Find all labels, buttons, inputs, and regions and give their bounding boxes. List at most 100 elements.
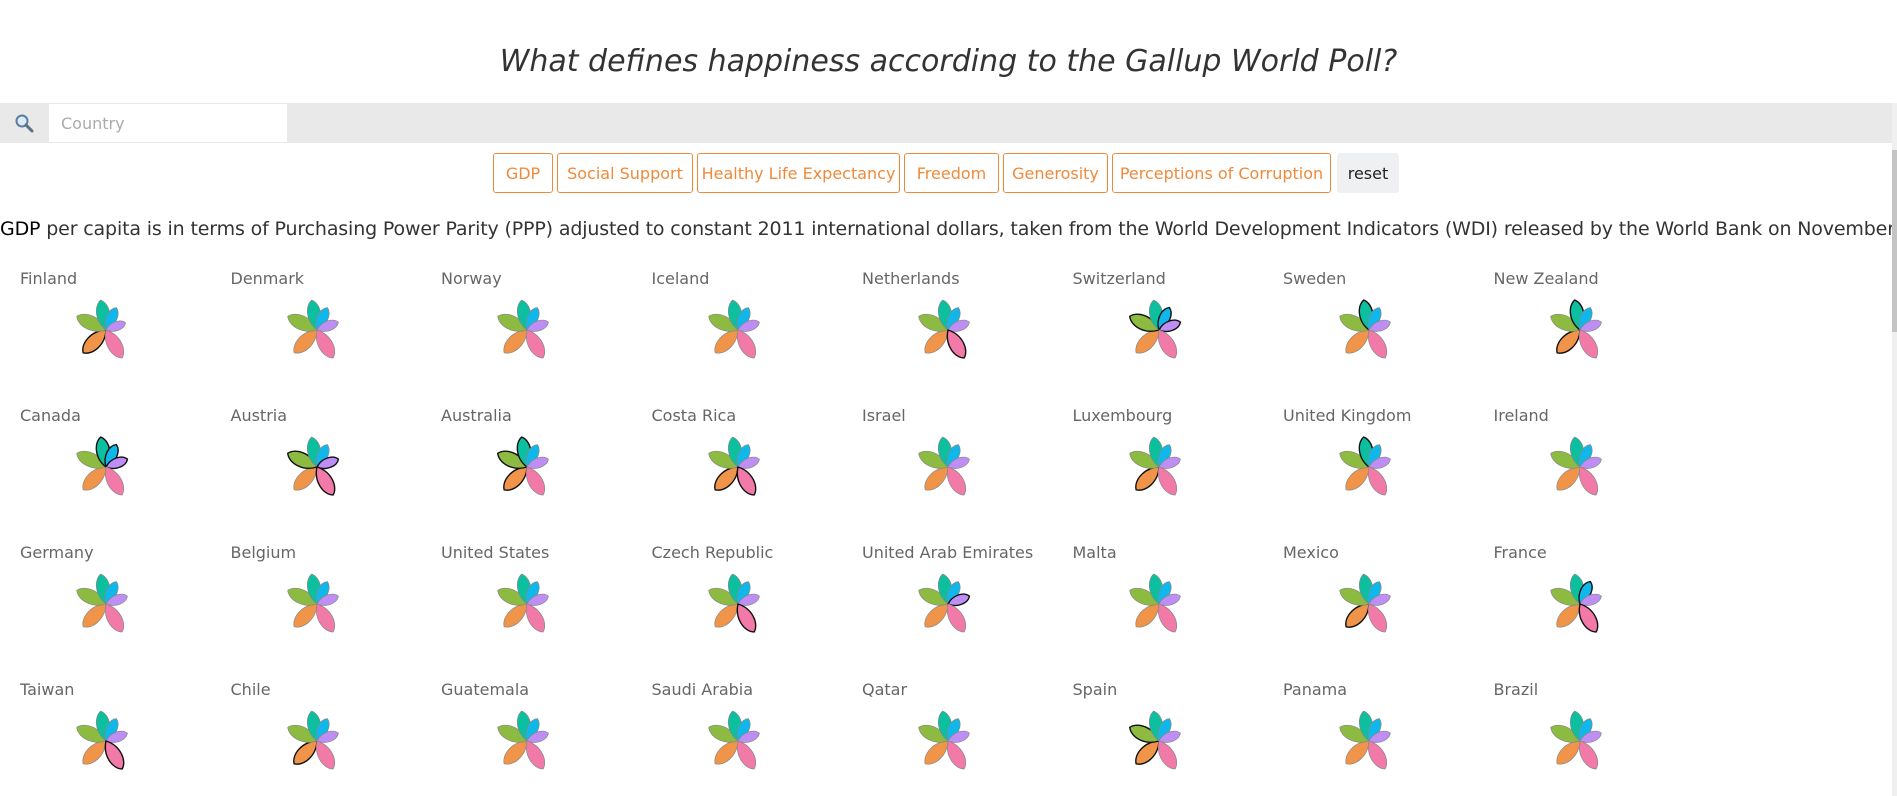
country-flower[interactable]	[277, 427, 357, 507]
country-name: Luxembourg	[1072, 406, 1173, 425]
perceptions-of-corruption-button[interactable]: Perceptions of Corruption	[1112, 153, 1331, 193]
country-flower[interactable]	[66, 290, 146, 370]
gdp-button[interactable]: GDP	[493, 153, 553, 193]
country-flower[interactable]	[487, 427, 567, 507]
search-bar	[0, 103, 1892, 143]
country-flower[interactable]	[1540, 427, 1620, 507]
country-flower[interactable]	[1329, 427, 1409, 507]
country-name: Czech Republic	[651, 543, 774, 562]
country-flower[interactable]	[66, 701, 146, 781]
country-name: Guatemala	[441, 680, 530, 699]
country-search-input[interactable]	[49, 104, 287, 142]
social-support-button[interactable]: Social Support	[557, 153, 693, 193]
country-name: Saudi Arabia	[651, 680, 754, 699]
country-name: United States	[441, 543, 550, 562]
country-flower[interactable]	[487, 290, 567, 370]
country-name: Sweden	[1283, 269, 1347, 288]
page-title: What defines happiness according to the …	[499, 44, 1398, 79]
country-card[interactable]: Saudi Arabia	[632, 677, 842, 796]
country-card[interactable]: Canada	[0, 403, 210, 540]
country-flower[interactable]	[487, 564, 567, 644]
country-flower[interactable]	[908, 564, 988, 644]
country-flower[interactable]	[1329, 564, 1409, 644]
country-name: New Zealand	[1493, 269, 1599, 288]
reset-button[interactable]: reset	[1337, 153, 1399, 193]
metric-button-group: GDP Social Support Healthy Life Expectan…	[0, 153, 1897, 193]
country-card[interactable]: Chile	[211, 677, 421, 796]
country-flower[interactable]	[66, 564, 146, 644]
country-card[interactable]: Austria	[211, 403, 421, 540]
healthy-life-expectancy-button[interactable]: Healthy Life Expectancy	[697, 153, 900, 193]
country-name: Mexico	[1283, 543, 1339, 562]
country-name: Netherlands	[862, 269, 960, 288]
country-flower[interactable]	[1329, 701, 1409, 781]
generosity-button[interactable]: Generosity	[1003, 153, 1108, 193]
country-flower[interactable]	[1540, 290, 1620, 370]
country-flower[interactable]	[908, 701, 988, 781]
country-card[interactable]: Costa Rica	[632, 403, 842, 540]
country-flower[interactable]	[908, 290, 988, 370]
country-card[interactable]: Luxembourg	[1053, 403, 1263, 540]
country-card[interactable]: Panama	[1263, 677, 1473, 796]
country-name: Switzerland	[1072, 269, 1166, 288]
country-card[interactable]: Guatemala	[421, 677, 631, 796]
country-card[interactable]: Switzerland	[1053, 266, 1263, 403]
country-flower[interactable]	[698, 701, 778, 781]
country-card[interactable]: Norway	[421, 266, 631, 403]
country-card[interactable]: Taiwan	[0, 677, 210, 796]
country-name: Norway	[441, 269, 502, 288]
country-card[interactable]: Brazil	[1474, 677, 1684, 796]
country-flower[interactable]	[66, 427, 146, 507]
country-card[interactable]: Belgium	[211, 540, 421, 677]
country-name: Belgium	[230, 543, 297, 562]
country-flower[interactable]	[1119, 290, 1199, 370]
country-flower[interactable]	[487, 701, 567, 781]
country-card[interactable]: Qatar	[842, 677, 1052, 796]
description-metric-name: GDP	[0, 218, 41, 240]
country-name: Australia	[441, 406, 512, 425]
country-card[interactable]: Mexico	[1263, 540, 1473, 677]
country-name: Austria	[230, 406, 288, 425]
country-name: Israel	[862, 406, 906, 425]
country-card[interactable]: Spain	[1053, 677, 1263, 796]
country-name: Iceland	[651, 269, 710, 288]
country-flower[interactable]	[698, 290, 778, 370]
country-card[interactable]: Ireland	[1474, 403, 1684, 540]
country-flower[interactable]	[908, 427, 988, 507]
country-card[interactable]: New Zealand	[1474, 266, 1684, 403]
country-name: Germany	[20, 543, 94, 562]
country-flower[interactable]	[698, 427, 778, 507]
country-flower[interactable]	[277, 290, 357, 370]
country-card[interactable]: United Kingdom	[1263, 403, 1473, 540]
country-flower[interactable]	[698, 564, 778, 644]
country-flower[interactable]	[1119, 701, 1199, 781]
country-flower[interactable]	[1329, 290, 1409, 370]
country-card[interactable]: Sweden	[1263, 266, 1473, 403]
country-card[interactable]: Israel	[842, 403, 1052, 540]
country-flower[interactable]	[1540, 701, 1620, 781]
country-card[interactable]: Czech Republic	[632, 540, 842, 677]
country-card[interactable]: Netherlands	[842, 266, 1052, 403]
country-name: Panama	[1283, 680, 1348, 699]
country-name: United Kingdom	[1283, 406, 1412, 425]
country-card[interactable]: France	[1474, 540, 1684, 677]
search-icon	[0, 103, 48, 143]
country-flower[interactable]	[277, 701, 357, 781]
country-card[interactable]: Finland	[0, 266, 210, 403]
scrollbar-thumb[interactable]	[1892, 150, 1897, 332]
country-flower[interactable]	[1540, 564, 1620, 644]
freedom-button[interactable]: Freedom	[904, 153, 999, 193]
country-card[interactable]: Malta	[1053, 540, 1263, 677]
country-card[interactable]: United States	[421, 540, 631, 677]
country-name: Ireland	[1493, 406, 1549, 425]
country-card[interactable]: Iceland	[632, 266, 842, 403]
country-flower[interactable]	[277, 564, 357, 644]
country-flower[interactable]	[1119, 564, 1199, 644]
country-card[interactable]: Australia	[421, 403, 631, 540]
country-name: Qatar	[862, 680, 908, 699]
country-card[interactable]: Germany	[0, 540, 210, 677]
country-flower[interactable]	[1119, 427, 1199, 507]
country-name: Finland	[20, 269, 78, 288]
country-card[interactable]: Denmark	[211, 266, 421, 403]
country-card[interactable]: United Arab Emirates	[842, 540, 1052, 677]
